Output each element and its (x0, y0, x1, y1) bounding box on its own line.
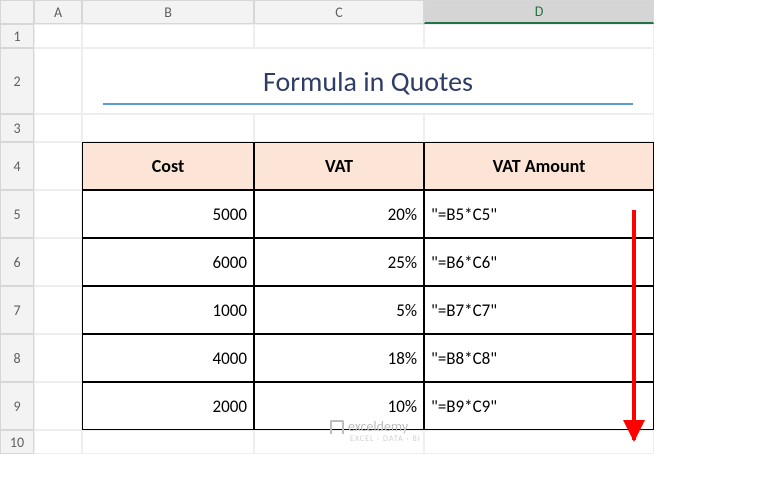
row-header-4[interactable]: 4 (0, 142, 34, 190)
cell-amount-5[interactable]: "=B5*C5" (424, 190, 654, 238)
watermark-sub: EXCEL · DATA · BI (350, 434, 421, 444)
select-all-corner[interactable] (0, 0, 34, 24)
red-arrow-down-icon (632, 210, 636, 440)
row-header-9[interactable]: 9 (0, 382, 34, 430)
cell-a6[interactable] (34, 238, 82, 286)
title-text: Formula in Quotes (263, 64, 473, 99)
row-header-5[interactable]: 5 (0, 190, 34, 238)
watermark-icon (330, 420, 344, 434)
cell-a5[interactable] (34, 190, 82, 238)
cell-b1[interactable] (82, 24, 254, 48)
cell-cost-5[interactable]: 5000 (82, 190, 254, 238)
watermark: exceldemy (330, 418, 408, 435)
col-header-b[interactable]: B (82, 0, 254, 24)
row-header-10[interactable]: 10 (0, 430, 34, 454)
cell-d3[interactable] (424, 114, 654, 142)
cell-c3[interactable] (254, 114, 424, 142)
cell-a3[interactable] (34, 114, 82, 142)
row-header-3[interactable]: 3 (0, 114, 34, 142)
cell-vat-5[interactable]: 20% (254, 190, 424, 238)
cell-a10[interactable] (34, 430, 82, 454)
row-header-1[interactable]: 1 (0, 24, 34, 48)
cell-vat-7[interactable]: 5% (254, 286, 424, 334)
watermark-text: exceldemy (348, 418, 408, 435)
cell-b3[interactable] (82, 114, 254, 142)
cell-cost-7[interactable]: 1000 (82, 286, 254, 334)
row-header-7[interactable]: 7 (0, 286, 34, 334)
cell-d10[interactable] (424, 430, 654, 454)
cell-vat-8[interactable]: 18% (254, 334, 424, 382)
cell-a1[interactable] (34, 24, 82, 48)
header-amount[interactable]: VAT Amount (424, 142, 654, 190)
cell-amount-8[interactable]: "=B8*C8" (424, 334, 654, 382)
col-header-d[interactable]: D (424, 0, 654, 24)
title-underline (103, 103, 633, 105)
cell-c1[interactable] (254, 24, 424, 48)
header-cost[interactable]: Cost (82, 142, 254, 190)
cell-a2[interactable] (34, 48, 82, 114)
cell-d1[interactable] (424, 24, 654, 48)
cell-cost-8[interactable]: 4000 (82, 334, 254, 382)
col-header-c[interactable]: C (254, 0, 424, 24)
header-vat[interactable]: VAT (254, 142, 424, 190)
cell-a7[interactable] (34, 286, 82, 334)
row-header-6[interactable]: 6 (0, 238, 34, 286)
spreadsheet-grid: A B C D 1 2 Formula in Quotes 3 4 Cost V… (0, 0, 768, 454)
cell-cost-6[interactable]: 6000 (82, 238, 254, 286)
col-header-a[interactable]: A (34, 0, 82, 24)
cell-a8[interactable] (34, 334, 82, 382)
cell-vat-6[interactable]: 25% (254, 238, 424, 286)
cell-cost-9[interactable]: 2000 (82, 382, 254, 430)
row-header-2[interactable]: 2 (0, 48, 34, 114)
cell-a9[interactable] (34, 382, 82, 430)
cell-b10[interactable] (82, 430, 254, 454)
row-header-8[interactable]: 8 (0, 334, 34, 382)
cell-amount-7[interactable]: "=B7*C7" (424, 286, 654, 334)
cell-amount-6[interactable]: "=B6*C6" (424, 238, 654, 286)
cell-amount-9[interactable]: "=B9*C9" (424, 382, 654, 430)
title-cell[interactable]: Formula in Quotes (82, 48, 654, 114)
cell-a4[interactable] (34, 142, 82, 190)
